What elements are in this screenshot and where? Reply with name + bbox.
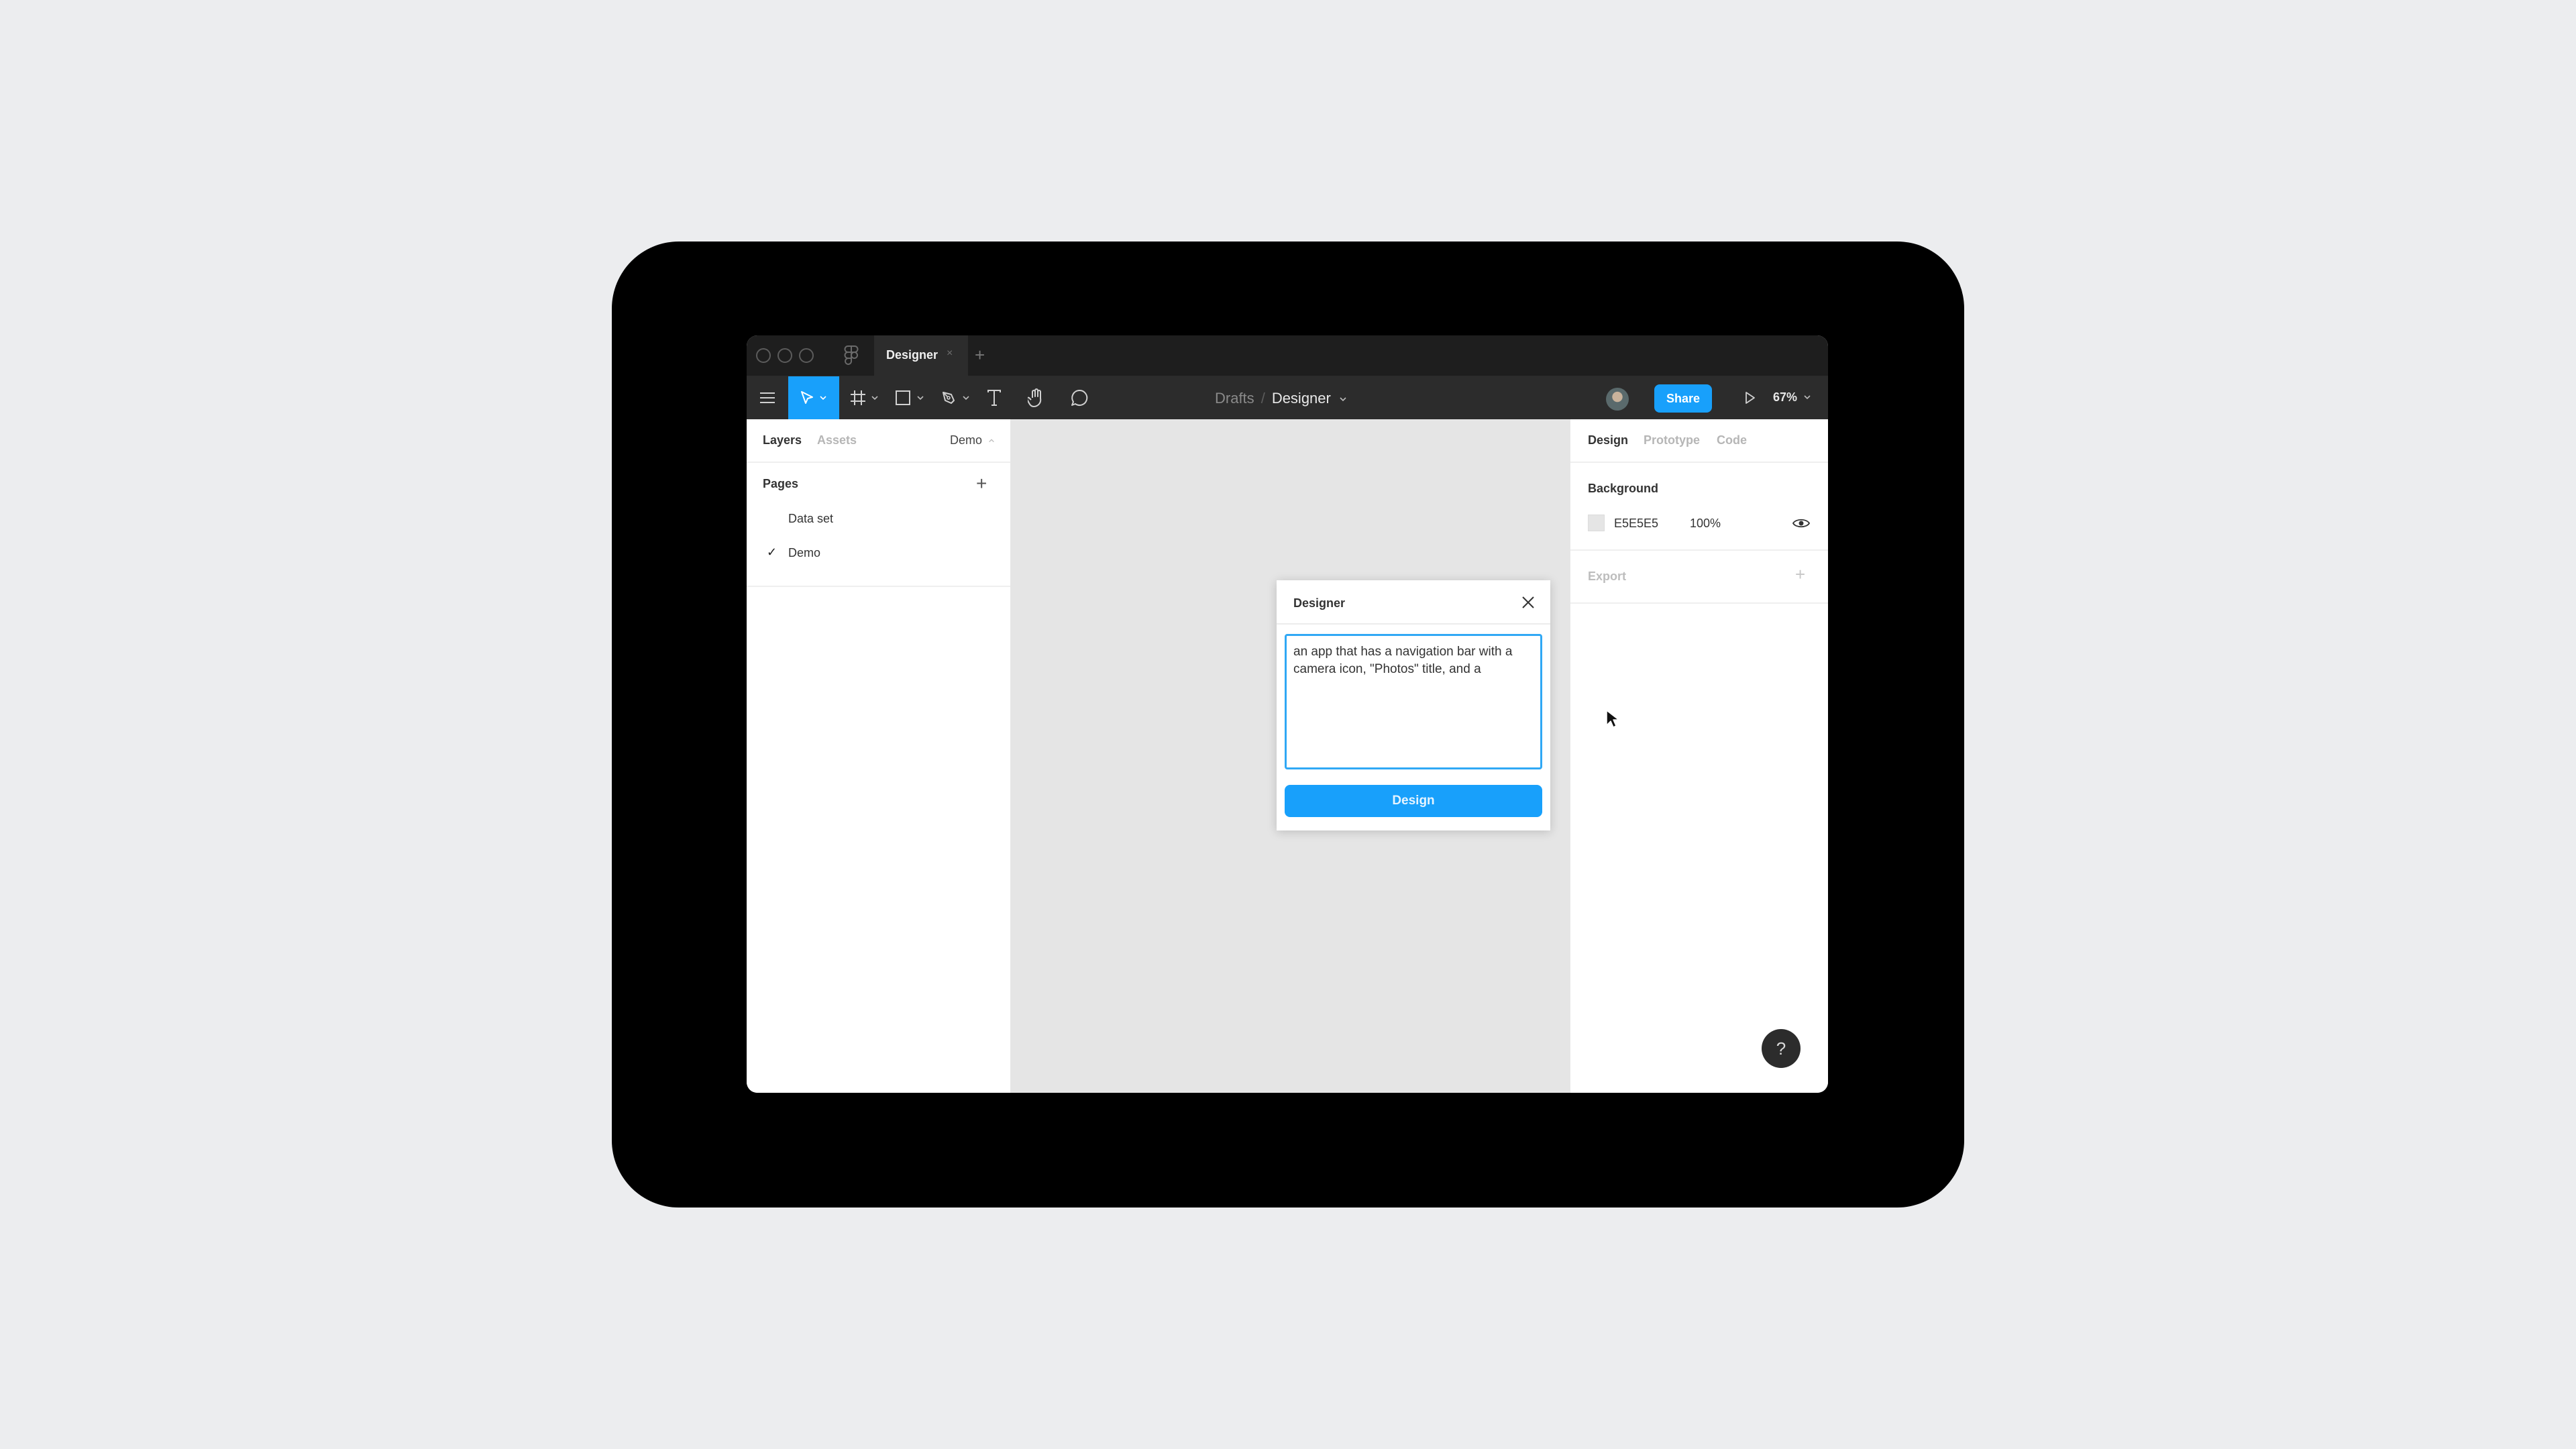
page-item-demo[interactable]: ✓ Demo: [747, 537, 1010, 570]
divider: [1570, 602, 1828, 604]
chevron-down-icon: [963, 396, 969, 400]
text-tool-button[interactable]: [980, 376, 1008, 419]
mouse-cursor-icon: [1606, 710, 1619, 728]
breadcrumb-drafts[interactable]: Drafts: [1215, 390, 1254, 407]
chevron-up-icon: [989, 439, 994, 443]
zoom-level-dropdown[interactable]: 67%: [1773, 390, 1811, 405]
page-item-data-set[interactable]: Data set: [747, 503, 1010, 535]
page-label: Data set: [788, 512, 834, 525]
text-T-icon: [987, 390, 1001, 406]
chevron-down-icon: [871, 396, 878, 400]
move-tool-button[interactable]: [788, 376, 839, 419]
hand-icon: [1028, 388, 1042, 408]
page-selector[interactable]: Demo: [950, 433, 995, 447]
layers-panel: Layers Assets Demo Pages + Data set ✓ De…: [747, 419, 1011, 1093]
window-close-button[interactable]: [756, 348, 771, 363]
background-color-swatch[interactable]: [1588, 515, 1605, 531]
frame-tool-button[interactable]: [845, 376, 885, 419]
toolbar: Drafts / Designer Share 67%: [747, 376, 1828, 419]
chevron-down-icon: [917, 396, 924, 400]
background-opacity-input[interactable]: 100%: [1690, 517, 1721, 531]
present-button[interactable]: [1738, 376, 1762, 419]
chevron-down-icon: [820, 396, 826, 400]
hamburger-menu-icon: [760, 392, 775, 403]
file-tab-label: Designer: [886, 348, 938, 362]
pen-tool-button[interactable]: [934, 376, 976, 419]
tab-code[interactable]: Code: [1717, 433, 1747, 447]
new-tab-button[interactable]: +: [975, 345, 985, 366]
close-icon[interactable]: [1520, 594, 1536, 610]
help-button[interactable]: ?: [1762, 1029, 1801, 1068]
page-label: Demo: [788, 546, 821, 559]
current-page-label: Demo: [950, 433, 983, 447]
window-maximize-button[interactable]: [799, 348, 814, 363]
pen-nib-icon: [943, 392, 955, 404]
divider: [747, 586, 1010, 587]
tab-layers[interactable]: Layers: [763, 433, 802, 447]
designer-plugin-dialog: Designer an app that has a navigation ba…: [1277, 580, 1550, 830]
divider: [1570, 549, 1828, 551]
add-page-button[interactable]: +: [976, 473, 987, 494]
tab-prototype[interactable]: Prototype: [1644, 433, 1700, 447]
prompt-input[interactable]: an app that has a navigation bar with a …: [1285, 634, 1542, 769]
user-avatar[interactable]: [1606, 388, 1629, 411]
figma-logo-icon[interactable]: [844, 345, 859, 366]
pages-heading: Pages: [763, 477, 799, 490]
comment-tool-button[interactable]: [1063, 376, 1095, 419]
rectangle-icon: [896, 390, 910, 405]
add-export-button[interactable]: +: [1795, 564, 1805, 585]
title-bar: Designer × +: [747, 335, 1828, 376]
move-pointer-icon: [801, 391, 813, 404]
background-heading: Background: [1588, 482, 1659, 495]
file-name-menu[interactable]: Designer: [1272, 390, 1331, 407]
window-minimize-button[interactable]: [777, 348, 792, 363]
right-panel-tabs: Design Prototype Code: [1570, 419, 1828, 463]
zoom-level-value: 67%: [1773, 390, 1798, 404]
export-heading: Export: [1588, 570, 1627, 583]
tab-assets[interactable]: Assets: [817, 433, 857, 447]
dialog-title: Designer: [1293, 596, 1346, 610]
design-button[interactable]: Design: [1285, 785, 1542, 817]
chevron-down-icon: [1804, 395, 1811, 400]
file-tab[interactable]: Designer ×: [874, 335, 968, 376]
play-icon: [1746, 392, 1755, 404]
properties-panel: Design Prototype Code Background E5E5E5 …: [1570, 419, 1828, 1093]
shape-tool-button[interactable]: [889, 376, 930, 419]
background-hex-input[interactable]: E5E5E5: [1614, 517, 1658, 531]
left-panel-tabs: Layers Assets Demo: [747, 419, 1010, 463]
main-menu-button[interactable]: [747, 376, 788, 419]
breadcrumb-separator: /: [1260, 390, 1265, 407]
frame-hash-icon: [851, 390, 865, 405]
eye-visibility-icon[interactable]: [1792, 517, 1810, 529]
tab-close-icon[interactable]: ×: [947, 347, 953, 360]
tab-design[interactable]: Design: [1588, 433, 1628, 447]
share-button[interactable]: Share: [1654, 384, 1712, 413]
chevron-down-icon[interactable]: [1339, 395, 1347, 403]
breadcrumb: Drafts / Designer: [1215, 390, 1347, 407]
dialog-header: Designer: [1277, 580, 1550, 625]
hand-tool-button[interactable]: [1020, 376, 1053, 419]
checkmark-icon: ✓: [767, 545, 777, 559]
comment-bubble-icon: [1071, 389, 1088, 406]
